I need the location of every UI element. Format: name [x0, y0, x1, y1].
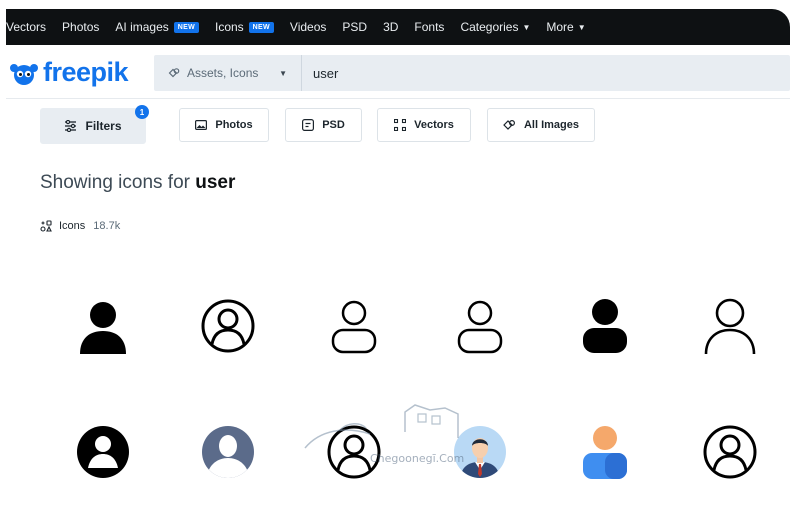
user-circle-outline-icon [703, 425, 757, 479]
watermark-logo: Chegoonegī.Com [300, 400, 470, 480]
heading-prefix: Showing icons for [40, 172, 190, 193]
psd-file-icon [302, 119, 315, 131]
header-divider [6, 98, 790, 99]
icon-result-1[interactable] [68, 291, 138, 361]
vectors-filter-label: Vectors [414, 119, 454, 131]
user-circle-outline-icon [201, 299, 255, 353]
vectors-filter-button[interactable]: Vectors [377, 108, 471, 142]
nav-ai-images[interactable]: AI images NEW [115, 20, 199, 34]
icon-result-8[interactable] [193, 417, 263, 487]
user-outline-icon [331, 300, 377, 354]
nav-label: PSD [342, 20, 368, 34]
search-bar: Assets, Icons ▼ [154, 55, 790, 91]
filters-button[interactable]: Filters [40, 108, 146, 144]
shapes-icon [168, 68, 180, 78]
filters-count-badge: 1 [135, 105, 149, 119]
freepik-logo-icon [10, 63, 38, 85]
chevron-down-icon: ▼ [577, 22, 586, 32]
user-avatar-placeholder-icon [202, 426, 254, 478]
nav-label: 3D [383, 20, 399, 34]
nav-psd[interactable]: PSD [342, 20, 367, 34]
shapes-icon [503, 119, 516, 131]
user-circle-solid-icon [77, 426, 129, 478]
watermark-text: Chegoonegī.Com [370, 452, 464, 465]
results-count: Icons 18.7k [40, 220, 120, 232]
psd-filter-button[interactable]: PSD [285, 108, 362, 142]
header: freepik Assets, Icons ▼ [6, 52, 790, 96]
new-badge: NEW [248, 21, 274, 33]
icon-result-3[interactable] [319, 291, 389, 361]
nav-vectors[interactable]: Vectors [6, 20, 46, 34]
nav-label: More [546, 20, 574, 34]
nav-label: Photos [62, 20, 100, 34]
results-heading: Showing icons for user [40, 172, 235, 194]
user-outline-icon [457, 300, 503, 354]
icons-count: 18.7k [93, 220, 121, 232]
top-navigation: Vectors Photos AI images NEW Icons NEW Vid… [6, 9, 790, 45]
icon-result-4[interactable] [445, 291, 515, 361]
nav-3d[interactable]: 3D [383, 20, 398, 34]
icons-type-icon [40, 220, 52, 232]
icon-result-12[interactable] [695, 417, 765, 487]
logo-text: freepik [43, 57, 129, 87]
photos-filter-label: Photos [215, 119, 253, 131]
nav-more[interactable]: More ▼ [546, 20, 585, 34]
search-input[interactable] [311, 64, 715, 82]
nav-photos[interactable]: Photos [62, 20, 99, 34]
icon-result-6[interactable] [695, 291, 765, 361]
vector-nodes-icon [394, 119, 407, 131]
icon-result-2[interactable] [193, 291, 263, 361]
user-solid-rounded-icon [583, 299, 627, 353]
icon-result-11[interactable] [570, 417, 640, 487]
all-images-filter-button[interactable]: All Images [487, 108, 595, 142]
filters-label: Filters [85, 119, 122, 133]
chevron-down-icon: ▼ [522, 22, 531, 32]
nav-label: Fonts [414, 20, 445, 34]
freepik-logo[interactable]: freepik [9, 57, 129, 88]
user-thin-outline-icon [704, 298, 756, 355]
nav-label: Categories [460, 20, 519, 34]
icon-result-7[interactable] [68, 417, 138, 487]
icon-result-5[interactable] [570, 291, 640, 361]
nav-label: Icons [214, 20, 244, 34]
nav-videos[interactable]: Videos [290, 20, 326, 34]
sliders-icon [64, 120, 77, 132]
nav-fonts[interactable]: Fonts [414, 20, 444, 34]
icons-type-label: Icons [59, 220, 86, 232]
chevron-down-icon: ▼ [279, 68, 287, 78]
heading-query: user [195, 172, 236, 193]
all-images-filter-label: All Images [523, 119, 580, 131]
image-icon [195, 120, 208, 130]
nav-label: Vectors [6, 20, 47, 34]
search-type-label: Assets, Icons [187, 66, 259, 80]
nav-label: Videos [289, 20, 327, 34]
user-solid-icon [80, 302, 126, 354]
psd-filter-label: PSD [322, 119, 345, 131]
nav-icons[interactable]: Icons NEW [215, 20, 274, 34]
new-badge: NEW [173, 21, 199, 33]
user-colored-icon [583, 426, 627, 479]
nav-label: AI images [115, 20, 169, 34]
nav-categories[interactable]: Categories ▼ [460, 20, 530, 34]
search-type-dropdown[interactable]: Assets, Icons ▼ [154, 55, 302, 91]
photos-filter-button[interactable]: Photos [179, 108, 269, 142]
